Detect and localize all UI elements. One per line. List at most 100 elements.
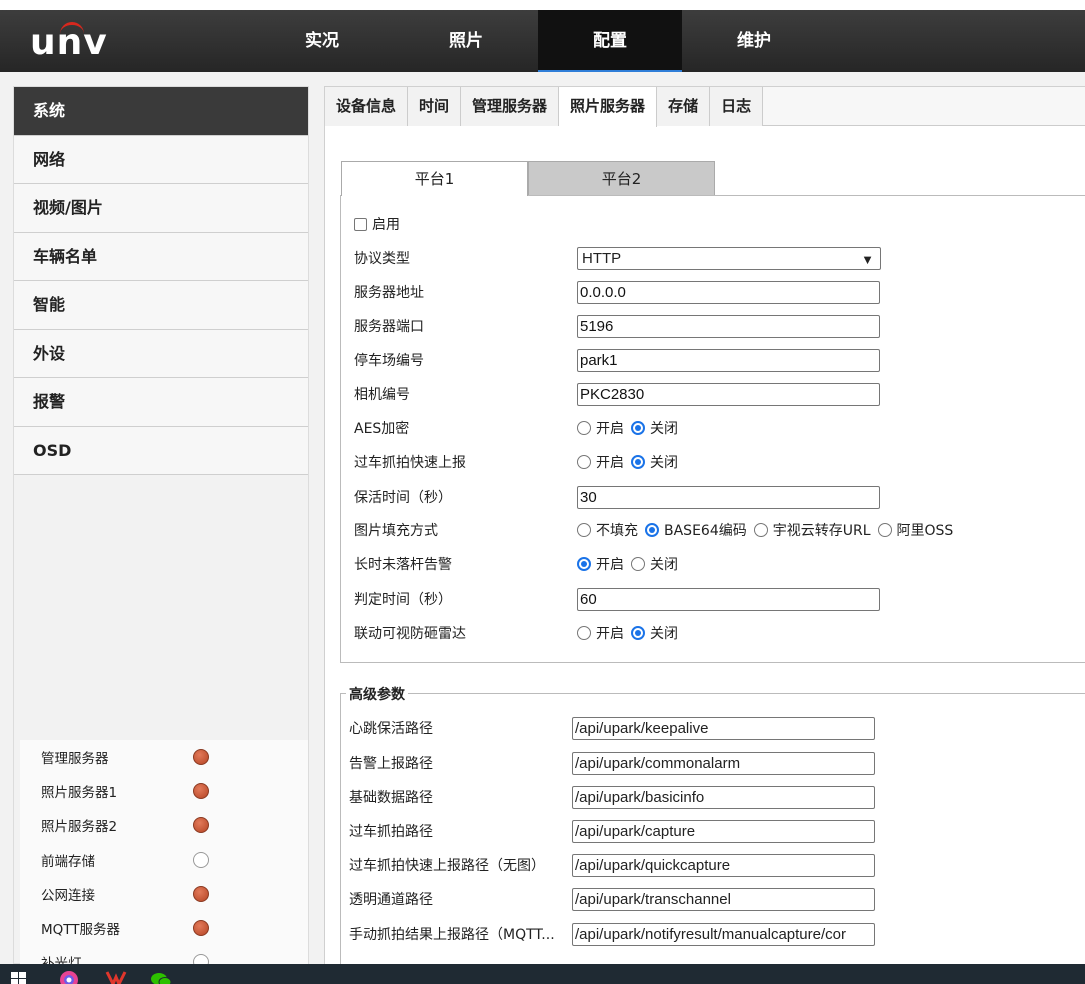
fill-cloud-url-radio[interactable]: 宇视云转存URL: [753, 520, 871, 540]
tab-time[interactable]: 时间: [408, 87, 462, 126]
radio-label: 开启: [596, 455, 624, 471]
radio-label: 开启: [596, 626, 624, 642]
radar-label: 联动可视防砸雷达: [354, 626, 466, 642]
windows-start-icon[interactable]: [10, 967, 30, 984]
adv-label: 基础数据路径: [349, 790, 433, 806]
tab-storage[interactable]: 存储: [657, 87, 711, 126]
browser-app-icon[interactable]: [58, 967, 78, 984]
nav-photo[interactable]: 照片: [394, 10, 538, 72]
sidebar-item-peripheral[interactable]: 外设: [14, 329, 308, 378]
tab-mgmt-server[interactable]: 管理服务器: [461, 87, 560, 126]
sidebar-item-intelligence[interactable]: 智能: [14, 281, 308, 330]
fill-ali-oss-radio[interactable]: 阿里OSS: [877, 520, 954, 540]
radio-label: 阿里OSS: [896, 523, 954, 539]
camera-no-input[interactable]: PKC2830: [577, 382, 880, 406]
radio-icon: [577, 523, 591, 537]
radio-label: 宇视云转存URL: [772, 523, 871, 539]
quickcapture-path-input[interactable]: /api/upark/quickcapture: [572, 853, 875, 877]
status-label: MQTT服务器: [41, 922, 121, 939]
top-navigation-bar: unv 实况 照片 配置 维护: [0, 10, 1085, 72]
transchannel-path-input[interactable]: /api/upark/transchannel: [572, 887, 875, 911]
park-no-row: 停车场编号 park1: [354, 345, 880, 375]
server-port-label: 服务器端口: [354, 319, 424, 335]
status-row-front-storage: 前端存储: [20, 843, 308, 877]
chevron-down-icon: ▼: [861, 251, 874, 267]
enable-checkbox[interactable]: [354, 217, 367, 231]
radio-icon: [753, 523, 768, 537]
server-addr-row: 服务器地址 0.0.0.0: [354, 277, 880, 307]
status-label: 照片服务器1: [41, 785, 118, 802]
aes-on-radio[interactable]: 开启: [577, 418, 624, 438]
status-row-mgmt-server: 管理服务器: [20, 740, 308, 774]
tab-platform-2[interactable]: 平台2: [528, 161, 715, 195]
radio-label: BASE64编码: [664, 523, 747, 539]
sidebar-item-vehicle-list[interactable]: 车辆名单: [14, 232, 308, 281]
fill-base64-radio[interactable]: BASE64编码: [645, 520, 747, 540]
sidebar-item-video-image[interactable]: 视频/图片: [14, 184, 308, 233]
adv-row-keepalive: 心跳保活路径 /api/upark/keepalive: [349, 713, 875, 743]
radar-on-radio[interactable]: 开启: [577, 623, 624, 643]
keepalive-path-input[interactable]: /api/upark/keepalive: [572, 716, 875, 740]
advanced-params-title: 高级参数: [346, 684, 408, 704]
capture-path-input[interactable]: /api/upark/capture: [572, 819, 875, 843]
tab-device-info[interactable]: 设备信息: [325, 87, 409, 126]
long-alarm-off-radio[interactable]: 关闭: [631, 554, 678, 574]
logo-text: unv: [30, 22, 108, 63]
radar-off-radio[interactable]: 关闭: [631, 623, 678, 643]
quick-report-row: 过车抓拍快速上报 开启 关闭: [354, 447, 685, 477]
status-row-public-net: 公网连接: [20, 877, 308, 911]
sidebar-item-network[interactable]: 网络: [14, 135, 308, 184]
server-addr-label: 服务器地址: [354, 285, 424, 301]
long-alarm-on-radio[interactable]: 开启: [577, 554, 624, 574]
radio-label: 关闭: [650, 455, 678, 471]
nav-config[interactable]: 配置: [538, 10, 682, 72]
park-no-input[interactable]: park1: [577, 348, 880, 372]
radio-icon: [631, 557, 645, 571]
tab-platform-1[interactable]: 平台1: [341, 161, 528, 196]
manualcapture-path-input[interactable]: /api/upark/notifyresult/manualcapture/co…: [572, 922, 875, 946]
protocol-select[interactable]: HTTP ▼: [577, 246, 881, 270]
radio-icon: [577, 626, 591, 640]
radio-label: 关闭: [650, 421, 678, 437]
quick-report-on-radio[interactable]: 开启: [577, 452, 624, 472]
fill-none-radio[interactable]: 不填充: [577, 520, 638, 540]
adv-label: 过车抓拍快速上报路径（无图）: [349, 858, 545, 874]
sidebar-item-system[interactable]: 系统: [14, 87, 308, 136]
status-panel: 管理服务器 照片服务器1 照片服务器2 前端存储 公网连接 MQTT服务器 补光…: [20, 740, 308, 966]
wps-app-icon[interactable]: [105, 967, 127, 984]
adv-label: 心跳保活路径: [349, 721, 433, 737]
server-addr-input[interactable]: 0.0.0.0: [577, 280, 880, 304]
sidebar-item-alarm[interactable]: 报警: [14, 378, 308, 427]
sidebar-item-osd[interactable]: OSD: [14, 426, 308, 475]
alarm-path-input[interactable]: /api/upark/commonalarm: [572, 751, 875, 775]
quick-report-off-radio[interactable]: 关闭: [631, 452, 678, 472]
tab-log[interactable]: 日志: [710, 87, 764, 126]
status-label: 照片服务器2: [41, 819, 118, 836]
judge-time-input[interactable]: 60: [577, 587, 880, 611]
server-port-row: 服务器端口 5196: [354, 311, 880, 341]
radio-icon: [877, 523, 892, 537]
status-row-fill-light: 补光灯: [20, 945, 308, 966]
judge-time-row: 判定时间（秒） 60: [354, 584, 880, 614]
keepalive-input[interactable]: 30: [577, 485, 880, 509]
radio-icon: [645, 523, 659, 537]
radio-icon: [577, 455, 591, 469]
wechat-app-icon[interactable]: [150, 967, 172, 984]
nav-live[interactable]: 实况: [250, 10, 394, 72]
config-tabs: 设备信息 时间 管理服务器 照片服务器 存储 日志: [325, 87, 1085, 127]
aes-off-radio[interactable]: 关闭: [631, 418, 678, 438]
enable-row: 启用: [354, 209, 400, 239]
unv-logo: unv: [30, 10, 120, 72]
aes-row: AES加密 开启 关闭: [354, 413, 685, 443]
main-nav: 实况 照片 配置 维护: [250, 10, 826, 72]
basicinfo-path-input[interactable]: /api/upark/basicinfo: [572, 785, 875, 809]
status-dot-icon: [193, 885, 209, 902]
nav-maintenance[interactable]: 维护: [682, 10, 826, 72]
server-port-input[interactable]: 5196: [577, 314, 880, 338]
fill-mode-row: 图片填充方式 不填充 BASE64编码 宇视云转存URL 阿里OSS: [354, 515, 960, 545]
platform-tabs: 平台1 平台2: [341, 161, 715, 196]
protocol-row: 协议类型 HTTP ▼: [354, 243, 881, 273]
status-dot-icon: [193, 851, 209, 868]
radio-label: 开启: [596, 557, 624, 573]
tab-photo-server[interactable]: 照片服务器: [559, 87, 658, 127]
